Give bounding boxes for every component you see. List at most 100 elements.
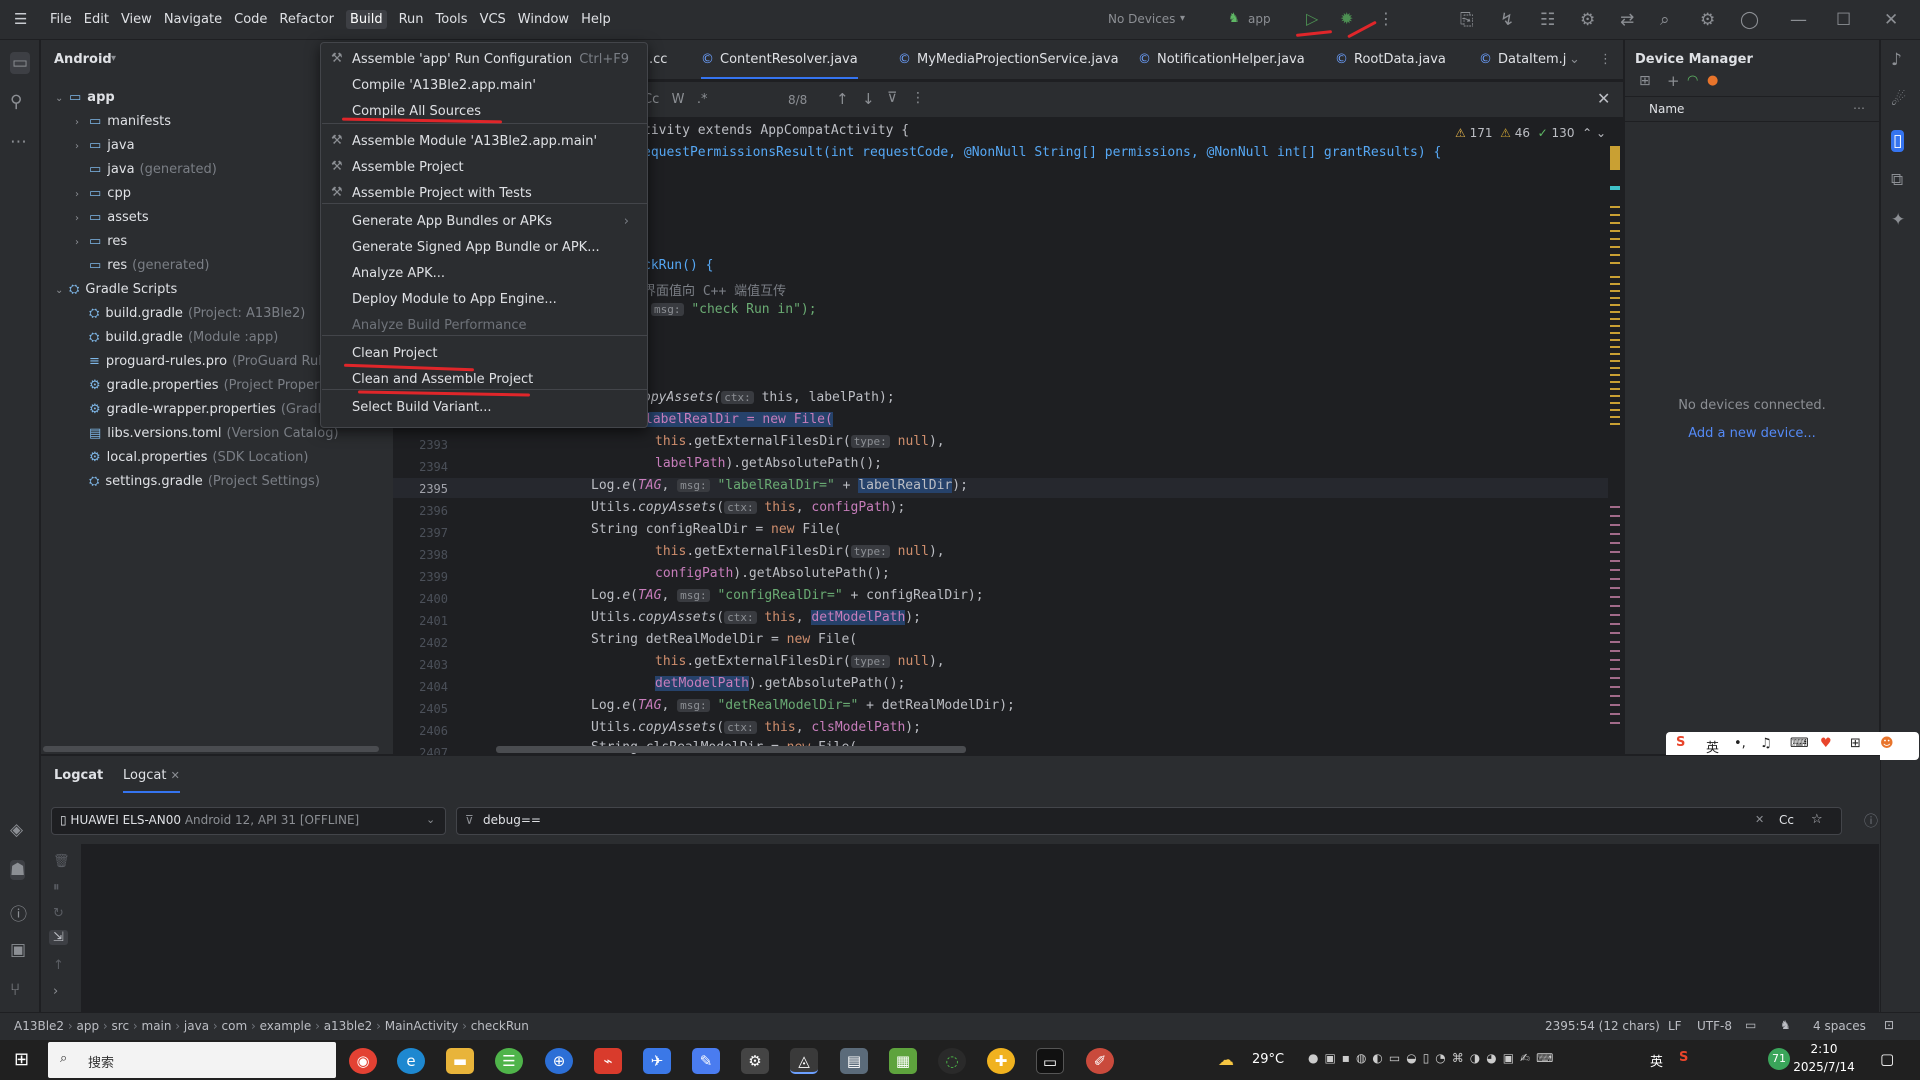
build-menu-item[interactable]: Deploy Module to App Engine... <box>321 287 647 313</box>
tree-item[interactable]: ≡ proguard-rules.pro (ProGuard Rule <box>75 354 330 378</box>
more-icon[interactable]: ⋮ <box>911 90 925 106</box>
build-menu-item[interactable]: ⚒ Assemble 'app' Run Configuration Ctrl+F9 <box>321 47 647 73</box>
git-icon[interactable]: ⑂ <box>10 980 20 1000</box>
notification-center-icon[interactable]: ▢ <box>1880 1050 1894 1068</box>
up-icon[interactable]: ↑ <box>53 958 64 973</box>
tray-ime[interactable]: 英 <box>1650 1051 1663 1070</box>
avd-icon[interactable]: ⇄ <box>1620 10 1634 30</box>
taskbar-search[interactable]: ⌕ 搜索 <box>48 1042 336 1078</box>
menu-vcs[interactable]: VCS <box>480 12 506 29</box>
debug-icon[interactable]: ✹ <box>1340 9 1353 28</box>
tree-item[interactable]: ⌄ ▭ app <box>55 90 120 114</box>
tree-item[interactable]: ▭ java (generated) <box>75 162 217 186</box>
build-menu-item[interactable]: ⚒ Assemble Project with Tests <box>321 181 647 207</box>
more-tools-icon[interactable]: ⋯ <box>10 132 27 152</box>
tab-cc[interactable]: .cc <box>649 52 667 67</box>
tree-item[interactable]: › ▭ assets <box>75 210 154 234</box>
tab-contentresolver[interactable]: © ContentResolver.java <box>701 52 858 79</box>
more-icon[interactable]: ⋮ <box>1378 9 1394 28</box>
app-menu-icon[interactable]: ☰ <box>14 10 27 28</box>
terminal-app-icon[interactable]: ▭ <box>1036 1048 1064 1074</box>
run-config-selector[interactable]: app <box>1248 12 1271 26</box>
tray-sogou-icon[interactable]: S <box>1679 1050 1688 1065</box>
profile-icon[interactable]: ⎘ <box>1460 10 1474 30</box>
favorite-icon[interactable]: ☆ <box>1811 812 1823 827</box>
sdk-icon[interactable]: ⚙ <box>1580 10 1595 30</box>
clock-date[interactable]: 2025/7/14 <box>1784 1060 1864 1074</box>
punct-icon[interactable]: •, <box>1734 736 1746 751</box>
project-view-selector[interactable]: Android <box>54 52 112 67</box>
menu-file[interactable]: File <box>50 12 72 29</box>
breadcrumb-item[interactable]: main <box>142 1019 172 1033</box>
lock-icon[interactable]: ⊡ <box>1884 1018 1894 1032</box>
menu-help[interactable]: Help <box>581 12 611 29</box>
tree-item[interactable]: › ▭ java <box>75 138 140 162</box>
close-tab-icon[interactable]: ✕ <box>171 769 180 782</box>
inspection-icon[interactable]: ♞ <box>1780 1018 1791 1032</box>
tree-item[interactable]: ⚙ local.properties (SDK Location) <box>75 450 308 474</box>
skin-icon[interactable]: ♥ <box>1820 736 1832 751</box>
feishu-icon[interactable]: ✈ <box>643 1048 671 1074</box>
build-menu-item[interactable]: Analyze APK... <box>321 261 647 287</box>
build-menu-item[interactable]: Generate App Bundles or APKs › <box>321 209 647 235</box>
horizontal-scrollbar[interactable] <box>43 746 379 752</box>
build-menu-item[interactable]: ⚒ Assemble Project <box>321 155 647 181</box>
build-menu-item[interactable]: Clean Project <box>321 341 647 367</box>
line-separator[interactable]: LF <box>1668 1019 1682 1033</box>
pdf-icon[interactable]: ⌁ <box>594 1048 622 1074</box>
clear-filter-icon[interactable]: ✕ <box>1755 813 1764 826</box>
menu-view[interactable]: View <box>121 12 152 29</box>
running-devices-icon[interactable]: ⧉ <box>1891 170 1903 190</box>
tree-item[interactable]: ⚙ gradle.properties (Project Properti <box>75 378 328 402</box>
regex-toggle[interactable]: .* <box>697 92 708 107</box>
breadcrumb-item[interactable]: MainActivity <box>385 1019 459 1033</box>
build-menu-item[interactable]: Generate Signed App Bundle or APK... <box>321 235 647 261</box>
terminal-icon[interactable]: ▣ <box>10 940 26 960</box>
next-occurrence-icon[interactable]: ↓ <box>862 90 875 108</box>
sync-icon[interactable]: ☷ <box>1540 10 1555 30</box>
chevron-down-icon[interactable]: ⌄ <box>55 93 69 104</box>
editor-horizontal-scrollbar[interactable] <box>496 746 966 753</box>
tab-mymediaprojectionservice[interactable]: © MyMediaProjectionService.java <box>898 52 1119 67</box>
device-grid-icon[interactable]: ⊞ <box>1639 73 1651 89</box>
tab-dataitem[interactable]: © DataItem.j <box>1479 52 1566 67</box>
menu-window[interactable]: Window <box>518 12 569 29</box>
mascot-icon[interactable]: ☻ <box>1880 736 1894 751</box>
tree-item[interactable]: › ▭ cpp <box>75 186 136 210</box>
weather-temp[interactable]: 29°C <box>1252 1052 1284 1067</box>
menu-navigate[interactable]: Navigate <box>164 12 222 29</box>
tree-item[interactable]: ⛭ build.gradle (Module :app) <box>75 330 278 354</box>
chrome-icon[interactable]: ◉ <box>349 1048 377 1074</box>
caret-position[interactable]: 2395:54 (12 chars) <box>1545 1019 1660 1033</box>
file-explorer-icon[interactable]: ▬ <box>446 1048 474 1074</box>
brush-app-icon[interactable]: ✐ <box>1086 1048 1114 1074</box>
build-menu-item[interactable]: Select Build Variant... <box>321 395 647 421</box>
spreadsheet-icon[interactable]: ▦ <box>889 1048 917 1074</box>
breadcrumb-item[interactable]: A13Ble2 <box>14 1019 64 1033</box>
tree-item[interactable]: ⌄ ⛭ Gradle Scripts <box>55 282 182 306</box>
build-menu-item[interactable]: ⚒ Assemble Module 'A13Ble2.app.main' <box>321 129 647 155</box>
account-icon[interactable]: ◯ <box>1740 10 1759 30</box>
keyboard-icon[interactable]: ⌨ <box>1790 736 1809 751</box>
tree-item[interactable]: ⛭ build.gradle (Project: A13Ble2) <box>75 306 305 330</box>
firebase-icon[interactable]: ● <box>1707 73 1718 88</box>
device-manager-icon[interactable]: ▯ <box>1891 130 1905 152</box>
prev-occurrence-icon[interactable]: ↑ <box>836 90 849 108</box>
weather-icon[interactable]: ☁ <box>1218 1050 1234 1069</box>
notes-icon[interactable]: ✎ <box>692 1048 720 1074</box>
minimize-icon[interactable]: — <box>1790 10 1807 30</box>
chevron-right-icon[interactable]: › <box>75 141 89 152</box>
wifi-icon[interactable]: ◠ <box>1687 73 1698 88</box>
browser-icon[interactable]: ⊕ <box>545 1048 573 1074</box>
chevron-right-icon[interactable]: › <box>75 237 89 248</box>
grid-icon[interactable]: ⊞ <box>1850 736 1861 751</box>
apply-changes-icon[interactable]: ↯ <box>1500 10 1514 30</box>
column-name[interactable]: Name <box>1649 102 1684 116</box>
menu-code[interactable]: Code <box>234 12 267 29</box>
restart-icon[interactable]: ↻ <box>53 906 64 921</box>
clock-time[interactable]: 2:10 <box>1784 1042 1864 1056</box>
tree-item[interactable]: ▭ res (generated) <box>75 258 209 282</box>
breadcrumb-item[interactable]: a13ble2 <box>324 1019 373 1033</box>
logcat-tab[interactable]: Logcat ✕ <box>123 768 180 793</box>
wechat-app-icon[interactable]: ☰ <box>495 1048 523 1074</box>
